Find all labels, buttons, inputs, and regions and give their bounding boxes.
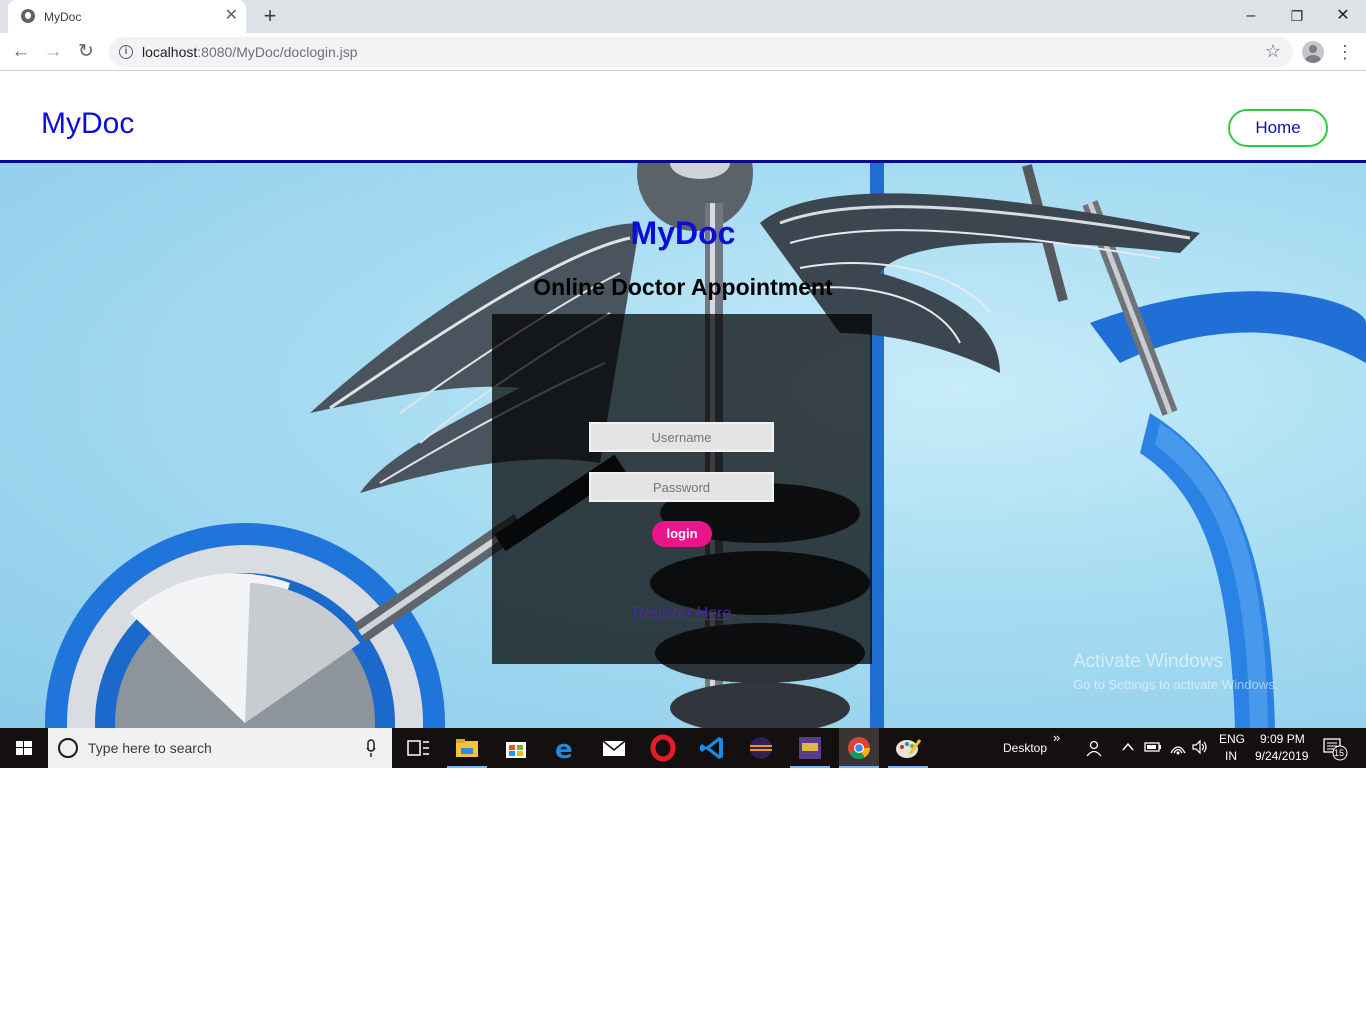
login-form: login Register Here	[492, 314, 872, 664]
input-language-bottom[interactable]: IN	[1225, 749, 1237, 763]
game-app-icon[interactable]	[790, 728, 830, 768]
paint-icon[interactable]	[888, 728, 928, 768]
url-path: :8080/MyDoc/doclogin.jsp	[197, 44, 358, 60]
taskbar-search-placeholder: Type here to search	[88, 740, 212, 756]
show-hidden-icons-icon[interactable]	[1121, 740, 1135, 754]
site-navbar: MyDoc Home	[0, 71, 1366, 163]
file-explorer-icon[interactable]	[447, 728, 487, 768]
windows-logo-icon	[16, 741, 32, 755]
restore-button[interactable]: ❐	[1282, 4, 1312, 28]
url-host: localhost	[142, 44, 198, 60]
reload-button[interactable]: ↻	[74, 40, 98, 64]
site-brand[interactable]: MyDoc	[41, 107, 134, 141]
microsoft-store-icon[interactable]	[496, 728, 536, 768]
forward-button[interactable]: →	[41, 40, 65, 64]
browser-toolbar: ← → ↻ i localhost:8080/MyDoc/doclogin.js…	[0, 33, 1366, 71]
toolbar-chevron-icon[interactable]: »	[1053, 730, 1060, 745]
activate-windows-watermark: Activate Windows Go to Settings to activ…	[1073, 651, 1278, 692]
battery-icon[interactable]	[1144, 739, 1162, 755]
bookmark-star-icon[interactable]: ☆	[1265, 41, 1281, 62]
task-view-icon[interactable]	[398, 728, 438, 768]
people-icon[interactable]	[1084, 738, 1104, 758]
volume-icon[interactable]	[1191, 739, 1209, 755]
browser-menu-icon[interactable]: ⋮	[1336, 40, 1354, 64]
info-icon[interactable]: i	[119, 45, 133, 59]
vs-code-icon[interactable]	[692, 728, 732, 768]
home-button[interactable]: Home	[1228, 109, 1328, 147]
eclipse-icon[interactable]	[741, 728, 781, 768]
tab-close-icon[interactable]: ✕	[225, 7, 238, 25]
hero-subtitle: Online Doctor Appointment	[533, 274, 833, 300]
notification-count-badge: 15	[1334, 748, 1345, 758]
register-link[interactable]: Register Here	[492, 605, 872, 623]
url-text[interactable]: localhost:8080/MyDoc/doclogin.jsp	[142, 44, 358, 60]
edge-icon[interactable]: e	[545, 728, 585, 768]
chrome-icon[interactable]	[839, 728, 879, 768]
windows-taskbar: Type here to search e Desktop » ENG IN 9…	[0, 728, 1366, 768]
address-bar[interactable]: i localhost:8080/MyDoc/doclogin.jsp ☆	[109, 37, 1293, 67]
minimize-button[interactable]: –	[1236, 4, 1266, 28]
profile-avatar-icon[interactable]	[1302, 41, 1324, 63]
web-page: MyDoc Home MyDoc Online Doctor Appointme…	[0, 71, 1366, 728]
window-close-button[interactable]: ✕	[1328, 4, 1358, 28]
hero-background: MyDoc Online Doctor Appointment login Re…	[0, 163, 1366, 728]
tab-title: MyDoc	[44, 10, 82, 24]
microphone-icon[interactable]	[366, 738, 376, 758]
cortana-icon	[58, 738, 78, 758]
password-input[interactable]	[589, 472, 774, 502]
username-input[interactable]	[589, 422, 774, 452]
taskbar-search-box[interactable]: Type here to search	[48, 728, 392, 768]
activate-windows-title: Activate Windows	[1073, 651, 1223, 672]
clock-time[interactable]: 9:09 PM	[1260, 732, 1305, 746]
back-button[interactable]: ←	[9, 40, 33, 64]
browser-tab[interactable]: MyDoc ✕	[8, 0, 246, 33]
wifi-icon[interactable]	[1169, 739, 1187, 755]
globe-icon	[21, 9, 35, 23]
hero-title: MyDoc	[630, 215, 736, 251]
svg-text:e: e	[555, 735, 573, 765]
input-language-top[interactable]: ENG	[1219, 732, 1245, 746]
opera-icon[interactable]	[643, 728, 683, 768]
clock-date[interactable]: 9/24/2019	[1255, 749, 1308, 763]
mail-icon[interactable]	[594, 728, 634, 768]
desktop-toolbar-label[interactable]: Desktop	[1003, 741, 1047, 755]
login-button[interactable]: login	[652, 521, 712, 547]
new-tab-button[interactable]: +	[258, 4, 282, 28]
activate-windows-subtitle: Go to Settings to activate Windows.	[1073, 677, 1279, 692]
browser-tab-bar: MyDoc ✕ + – ❐ ✕	[0, 0, 1366, 33]
windows-start-button[interactable]	[0, 728, 48, 768]
